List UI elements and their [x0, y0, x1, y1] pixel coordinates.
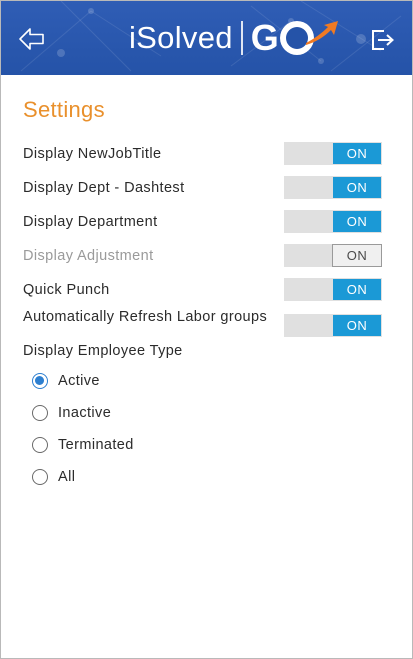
setting-row-auto-refresh-labor-groups: Automatically Refresh Labor groups ON [23, 307, 396, 341]
setting-row-quick-punch: Quick Punch ON [23, 273, 396, 307]
radio-label: Inactive [58, 405, 112, 421]
go-logo-letter-g: G [250, 17, 279, 58]
radio-all[interactable]: All [32, 461, 396, 493]
radio-button-selected[interactable] [32, 373, 48, 389]
setting-row-display-department: Display Department ON [23, 205, 396, 239]
orange-arrow-icon [305, 21, 338, 45]
employee-type-radio-group: Active Inactive Terminated All [23, 365, 396, 493]
app-header: iSolved G [1, 1, 412, 75]
setting-label: Display Adjustment [23, 248, 154, 264]
logout-icon [372, 30, 394, 50]
setting-row-display-dept-dashtest: Display Dept - Dashtest ON [23, 171, 396, 205]
toggle-state: ON [333, 177, 381, 198]
radio-inactive[interactable]: Inactive [32, 397, 396, 429]
setting-label: Quick Punch [23, 282, 110, 298]
setting-label: Display NewJobTitle [23, 146, 162, 162]
logout-button[interactable] [370, 27, 396, 53]
toggle-state: ON [332, 244, 382, 267]
radio-button[interactable] [32, 469, 48, 485]
toggle-state: ON [333, 143, 381, 164]
brand-divider [240, 21, 243, 55]
employee-type-label: Display Employee Type [23, 343, 183, 359]
radio-button[interactable] [32, 405, 48, 421]
setting-label: Display Department [23, 214, 158, 230]
settings-content: Settings Display NewJobTitle ON Display … [1, 97, 412, 493]
go-logo: G [250, 17, 338, 58]
toggle-display-adjustment: ON [284, 244, 382, 267]
toggle-auto-refresh-labor-groups[interactable]: ON [284, 314, 382, 337]
toggle-state: ON [333, 315, 381, 336]
radio-label: All [58, 469, 76, 485]
radio-terminated[interactable]: Terminated [32, 429, 396, 461]
radio-active[interactable]: Active [32, 365, 396, 397]
toggle-quick-punch[interactable]: ON [284, 278, 382, 301]
brand-name: iSolved [129, 20, 233, 55]
radio-label: Terminated [58, 437, 134, 453]
toggle-display-dept-dashtest[interactable]: ON [284, 176, 382, 199]
back-arrow-icon [19, 28, 44, 50]
brand-logo: iSolved G [129, 17, 338, 59]
radio-button[interactable] [32, 437, 48, 453]
toggle-display-department[interactable]: ON [284, 210, 382, 233]
app-frame: iSolved G Settings Display NewJobTitle O… [0, 0, 413, 659]
toggle-state: ON [333, 279, 381, 300]
setting-label: Automatically Refresh Labor groups [23, 309, 268, 325]
setting-row-display-newjobtitle: Display NewJobTitle ON [23, 137, 396, 171]
toggle-state: ON [333, 211, 381, 232]
setting-label: Display Dept - Dashtest [23, 180, 185, 196]
toggle-display-newjobtitle[interactable]: ON [284, 142, 382, 165]
setting-row-display-adjustment: Display Adjustment ON [23, 239, 396, 273]
go-logo-circle [279, 21, 338, 55]
page-title: Settings [23, 97, 105, 122]
back-button[interactable] [17, 25, 47, 53]
radio-label: Active [58, 373, 100, 389]
